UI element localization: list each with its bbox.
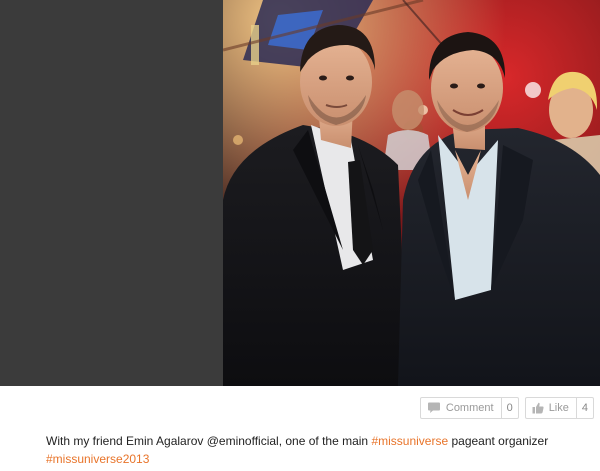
speech-bubble-icon — [427, 402, 441, 414]
hashtag-missuniverse2013[interactable]: #missuniverse2013 — [46, 452, 149, 466]
photo-illustration — [223, 0, 600, 386]
post-photo[interactable] — [223, 0, 600, 386]
comment-button[interactable]: Comment 0 — [419, 397, 519, 419]
post-card: Comment 0 Like 4 With my friend Emin Aga… — [0, 0, 600, 471]
post-media[interactable] — [0, 0, 600, 386]
caption-text-start: With my friend Emin Agalarov @eminoffici… — [46, 434, 372, 448]
media-letterbox — [0, 0, 223, 386]
comment-label: Comment — [445, 402, 494, 414]
hashtag-missuniverse[interactable]: #missuniverse — [371, 434, 448, 448]
comment-count: 0 — [500, 398, 518, 418]
like-button-main[interactable]: Like — [526, 398, 576, 418]
post-action-bar: Comment 0 Like 4 — [419, 397, 594, 419]
post-caption: With my friend Emin Agalarov @eminoffici… — [46, 432, 586, 468]
like-button[interactable]: Like 4 — [524, 397, 594, 419]
thumbs-up-icon — [532, 402, 544, 414]
caption-text-middle: pageant organizer — [448, 434, 549, 448]
like-count: 4 — [575, 398, 593, 418]
like-label: Like — [548, 402, 569, 414]
comment-button-main[interactable]: Comment — [421, 398, 501, 418]
